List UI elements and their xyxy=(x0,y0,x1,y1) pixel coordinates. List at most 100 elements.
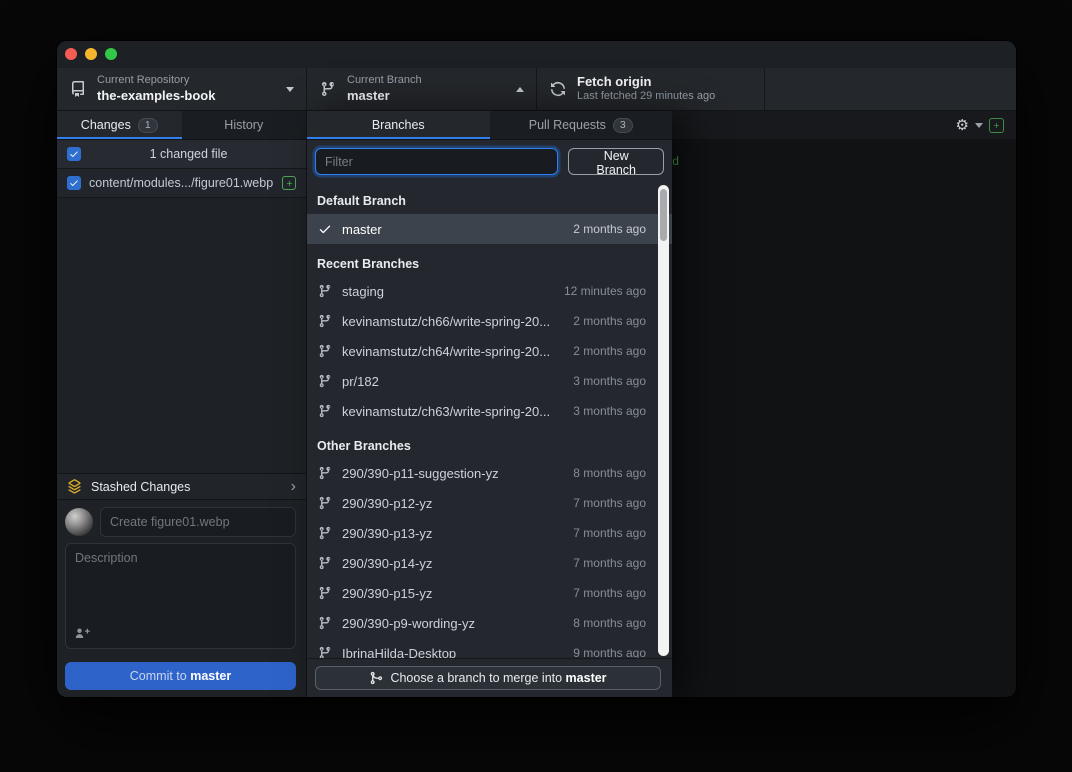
branch-time: 7 months ago xyxy=(573,526,646,540)
sidebar: Changes 1 History 1 changed file content… xyxy=(57,111,307,697)
chevron-down-icon[interactable] xyxy=(975,123,983,128)
diff-added-icon xyxy=(989,118,1004,133)
branch-row[interactable]: 290/390-p15-yz 7 months ago xyxy=(307,578,672,608)
branch-time: 8 months ago xyxy=(573,466,646,480)
commit-summary-input[interactable] xyxy=(100,507,296,537)
git-branch-icon xyxy=(319,81,337,97)
branch-row[interactable]: 290/390-p12-yz 7 months ago xyxy=(307,488,672,518)
branch-row[interactable]: 290/390-p11-suggestion-yz 8 months ago xyxy=(307,458,672,488)
branches-dropdown: Branches Pull Requests 3 New Branch Defa… xyxy=(307,111,672,697)
branch-row[interactable]: pr/182 3 months ago xyxy=(307,366,672,396)
current-repository-label: Current Repository xyxy=(97,74,286,88)
chevron-up-icon xyxy=(516,87,524,92)
commit-button[interactable]: Commit to master xyxy=(65,662,296,690)
merge-footer: Choose a branch to merge into master xyxy=(307,658,672,697)
git-branch-icon xyxy=(317,284,333,298)
tab-branches-label: Branches xyxy=(372,118,425,132)
pull-requests-count-badge: 3 xyxy=(613,118,633,133)
filter-input[interactable] xyxy=(315,148,558,175)
check-icon xyxy=(317,222,333,236)
branch-row[interactable]: 290/390-p14-yz 7 months ago xyxy=(307,548,672,578)
git-branch-icon xyxy=(317,314,333,328)
section-other-branches: Other Branches xyxy=(307,426,672,458)
branch-row[interactable]: staging 12 minutes ago xyxy=(307,276,672,306)
new-branch-button[interactable]: New Branch xyxy=(568,148,664,175)
branch-name: staging xyxy=(342,284,555,299)
section-default-branch: Default Branch xyxy=(307,188,672,214)
scrollbar[interactable] xyxy=(658,185,669,656)
git-branch-icon xyxy=(317,466,333,480)
scrollbar-thumb[interactable] xyxy=(660,189,667,241)
add-coauthor-icon[interactable] xyxy=(74,625,90,641)
branch-name: master xyxy=(342,222,564,237)
branch-time: 7 months ago xyxy=(573,556,646,570)
tab-branches[interactable]: Branches xyxy=(307,111,490,139)
diff-text-fragment: d xyxy=(672,155,679,169)
branch-row[interactable]: kevinamstutz/ch66/write-spring-20... 2 m… xyxy=(307,306,672,336)
tab-history[interactable]: History xyxy=(182,111,307,139)
branch-time: 3 months ago xyxy=(573,404,646,418)
file-checkbox[interactable] xyxy=(67,176,81,190)
branch-row[interactable]: 290/390-p13-yz 7 months ago xyxy=(307,518,672,548)
fetch-origin-subtitle: Last fetched 29 minutes ago xyxy=(577,90,752,104)
tab-changes-label: Changes xyxy=(81,118,131,132)
branch-row-master[interactable]: master 2 months ago xyxy=(307,214,672,244)
merge-button-branch: master xyxy=(566,671,607,685)
current-branch-button[interactable]: Current Branch master xyxy=(307,68,537,110)
branch-name: 290/390-p14-yz xyxy=(342,556,564,571)
commit-button-branch: master xyxy=(190,669,231,683)
branch-list: Default Branch master 2 months ago Recen… xyxy=(307,183,672,658)
stashed-changes-row[interactable]: Stashed Changes › xyxy=(57,473,306,500)
select-all-checkbox[interactable] xyxy=(67,147,81,161)
github-desktop-window: Current Repository the-examples-book Cur… xyxy=(57,41,1016,697)
titlebar xyxy=(57,41,1016,68)
branch-name: IbrinaHilda-Desktop xyxy=(342,646,564,659)
branch-row[interactable]: 290/390-p9-wording-yz 8 months ago xyxy=(307,608,672,638)
file-name: content/modules.../figure01.webp xyxy=(89,176,274,190)
branch-time: 2 months ago xyxy=(573,222,646,236)
branch-name: 290/390-p15-yz xyxy=(342,586,564,601)
branch-name: 290/390-p13-yz xyxy=(342,526,564,541)
branch-time: 7 months ago xyxy=(573,586,646,600)
section-recent-branches: Recent Branches xyxy=(307,244,672,276)
toolbar: Current Repository the-examples-book Cur… xyxy=(57,68,1016,111)
branch-name: 290/390-p12-yz xyxy=(342,496,564,511)
changes-count-badge: 1 xyxy=(138,118,158,133)
main-content: ⚙ d xyxy=(672,111,1016,697)
current-branch-value: master xyxy=(347,88,516,104)
git-branch-icon xyxy=(317,526,333,540)
branch-row[interactable]: kevinamstutz/ch64/write-spring-20... 2 m… xyxy=(307,336,672,366)
branch-name: 290/390-p11-suggestion-yz xyxy=(342,466,564,481)
branch-time: 3 months ago xyxy=(573,374,646,388)
tab-changes[interactable]: Changes 1 xyxy=(57,111,182,139)
zoom-button[interactable] xyxy=(105,48,117,60)
current-repository-value: the-examples-book xyxy=(97,88,286,104)
git-branch-icon xyxy=(317,496,333,510)
current-repository-button[interactable]: Current Repository the-examples-book xyxy=(57,68,307,110)
stashed-changes-label: Stashed Changes xyxy=(91,480,282,494)
branch-row[interactable]: IbrinaHilda-Desktop 9 months ago xyxy=(307,638,672,658)
changed-files-header: 1 changed file xyxy=(57,140,306,169)
git-branch-icon xyxy=(317,556,333,570)
branch-name: kevinamstutz/ch66/write-spring-20... xyxy=(342,314,564,329)
branch-time: 2 months ago xyxy=(573,314,646,328)
fetch-origin-button[interactable]: Fetch origin Last fetched 29 minutes ago xyxy=(537,68,765,110)
gear-icon[interactable]: ⚙ xyxy=(956,116,969,134)
branch-row[interactable]: kevinamstutz/ch63/write-spring-20... 3 m… xyxy=(307,396,672,426)
close-button[interactable] xyxy=(65,48,77,60)
tab-history-label: History xyxy=(224,118,263,132)
commit-description-input[interactable] xyxy=(66,544,295,622)
sync-icon xyxy=(549,81,567,97)
changed-file-row[interactable]: content/modules.../figure01.webp xyxy=(57,169,306,198)
file-added-icon xyxy=(282,176,296,190)
branch-name: pr/182 xyxy=(342,374,564,389)
chevron-down-icon xyxy=(286,87,294,92)
tab-pull-requests[interactable]: Pull Requests 3 xyxy=(490,111,673,139)
branch-name: 290/390-p9-wording-yz xyxy=(342,616,564,631)
git-branch-icon xyxy=(317,616,333,630)
minimize-button[interactable] xyxy=(85,48,97,60)
git-branch-icon xyxy=(317,404,333,418)
branch-time: 8 months ago xyxy=(573,616,646,630)
merge-branch-button[interactable]: Choose a branch to merge into master xyxy=(315,666,661,690)
avatar xyxy=(65,508,93,536)
